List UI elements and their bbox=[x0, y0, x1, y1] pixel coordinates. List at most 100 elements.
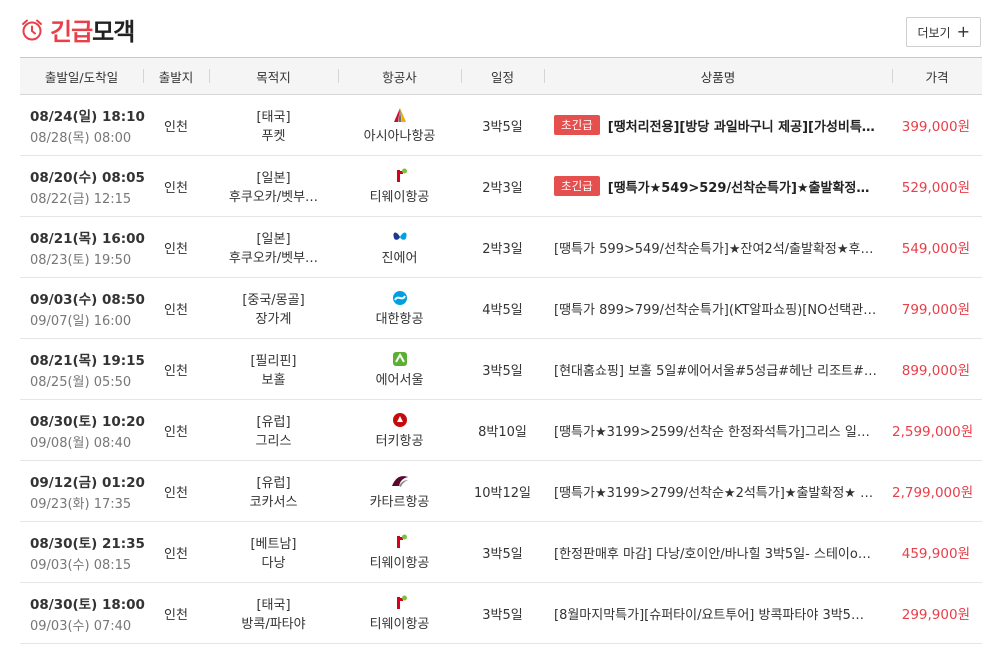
airline-name: 아시아나항공 bbox=[363, 128, 436, 144]
column-header: 출발지 bbox=[143, 57, 209, 95]
more-button-label: 더보기 bbox=[917, 25, 951, 40]
schedule: 3박5일 bbox=[482, 119, 523, 135]
column-header: 일정 bbox=[461, 57, 544, 95]
origin: 인천 bbox=[164, 241, 188, 257]
schedule-cell: 10박12일 bbox=[461, 460, 544, 522]
price: 399,000원 bbox=[901, 119, 970, 135]
table-row[interactable]: 08/21(목) 19:15 08/25(월) 05:50 인천 [필리핀] 보홀 에어서… bbox=[20, 338, 982, 400]
title-rest: 모객 bbox=[92, 18, 135, 46]
destination-region: [중국/몽골] bbox=[242, 293, 305, 308]
qatar-logo-icon bbox=[338, 473, 461, 489]
price-cell: 399,000원 bbox=[892, 94, 982, 156]
departure-datetime: 09/12(금) 01:20 bbox=[30, 474, 145, 491]
table-row[interactable]: 09/03(수) 08:50 09/07(일) 16:00 인천 [중국/몽골] 장가계… bbox=[20, 277, 982, 339]
destination-region: [태국] bbox=[256, 110, 291, 125]
destination-cell: [유럽] 그리스 bbox=[209, 399, 338, 461]
departure-datetime: 09/03(수) 08:50 bbox=[30, 291, 145, 308]
product-link[interactable]: [8월마지막특가][슈퍼타이/요트투어] 방콕파타야 3박5… bbox=[554, 604, 864, 623]
destination-region: [필리핀] bbox=[250, 354, 297, 369]
origin-cell: 인천 bbox=[143, 155, 209, 217]
origin-cell: 인천 bbox=[143, 582, 209, 644]
schedule-cell: 3박5일 bbox=[461, 338, 544, 400]
schedule-cell: 8박10일 bbox=[461, 399, 544, 461]
schedule-cell: 3박5일 bbox=[461, 582, 544, 644]
schedule: 3박5일 bbox=[482, 607, 523, 623]
urgent-badge: 초긴급 bbox=[554, 176, 600, 196]
airline-name: 티웨이항공 bbox=[369, 189, 430, 205]
origin: 인천 bbox=[164, 607, 188, 623]
destination-cell: [유럽] 코카서스 bbox=[209, 460, 338, 522]
arrival-datetime: 09/07(일) 16:00 bbox=[30, 313, 132, 329]
arrival-datetime: 09/03(수) 07:40 bbox=[30, 618, 132, 634]
product-cell: [현대홈쇼핑] 보홀 5일#에어서울#5성급#헤난 리조트#… bbox=[544, 338, 892, 400]
schedule: 2박3일 bbox=[482, 180, 523, 196]
plus-icon: + bbox=[956, 22, 970, 41]
origin-cell: 인천 bbox=[143, 338, 209, 400]
arrival-datetime: 08/25(월) 05:50 bbox=[30, 374, 132, 390]
more-button[interactable]: 더보기 + bbox=[906, 17, 981, 47]
date-cell: 08/30(토) 21:35 09/03(수) 08:15 bbox=[20, 521, 145, 583]
destination-city: 코카서스 bbox=[249, 495, 298, 510]
airline-cell: 대한항공 bbox=[338, 277, 461, 339]
table-row[interactable]: 08/20(수) 08:05 08/22(금) 12:15 인천 [일본] 후쿠오카/벳… bbox=[20, 155, 982, 217]
destination-cell: [태국] 푸켓 bbox=[209, 94, 338, 156]
destination-cell: [일본] 후쿠오카/벳부… bbox=[209, 155, 338, 217]
price: 2,799,000원 bbox=[892, 485, 974, 501]
price: 799,000원 bbox=[901, 302, 970, 318]
departure-datetime: 08/30(토) 10:20 bbox=[30, 413, 145, 430]
product-cell: 초긴급 [땡특가★549>529/선착순특가]★출발확정… bbox=[544, 155, 892, 217]
product-link[interactable]: [땡특가★3199>2599/선착순 한정좌석특가]그리스 일… bbox=[554, 421, 870, 440]
destination-city: 장가계 bbox=[255, 312, 292, 327]
product-cell: [땡특가★3199>2799/선착순★2석특가]★출발확정★ … bbox=[544, 460, 892, 522]
destination-city: 후쿠오카/벳부… bbox=[228, 190, 319, 205]
date-cell: 08/21(목) 19:15 08/25(월) 05:50 bbox=[20, 338, 145, 400]
airline-name: 터키항공 bbox=[375, 433, 424, 449]
jinair-logo-icon bbox=[338, 229, 461, 245]
table-row[interactable]: 08/30(토) 21:35 09/03(수) 08:15 인천 [베트남] 다낭 티웨이… bbox=[20, 521, 982, 583]
product-link[interactable]: [땡특가★3199>2799/선착순★2석특가]★출발확정★ … bbox=[554, 482, 873, 501]
date-cell: 08/24(일) 18:10 08/28(목) 08:00 bbox=[20, 94, 145, 156]
table-row[interactable]: 08/24(일) 18:10 08/28(목) 08:00 인천 [태국] 푸켓 아시아나… bbox=[20, 94, 982, 156]
destination-cell: [베트남] 다낭 bbox=[209, 521, 338, 583]
date-cell: 09/12(금) 01:20 09/23(화) 17:35 bbox=[20, 460, 145, 522]
product-link[interactable]: [땡특가 599>549/선착순특가]★잔여2석/출발확정★후… bbox=[554, 238, 874, 257]
price-cell: 2,599,000원 bbox=[892, 399, 982, 461]
origin: 인천 bbox=[164, 363, 188, 379]
price: 299,900원 bbox=[901, 607, 970, 623]
product-link[interactable]: [한정판매후 마감] 다낭/호이안/바나힐 3박5일- 스테이o… bbox=[554, 543, 871, 562]
table-row[interactable]: 08/30(토) 10:20 09/08(월) 08:40 인천 [유럽] 그리스 터키항… bbox=[20, 399, 982, 461]
table-row[interactable]: 09/12(금) 01:20 09/23(화) 17:35 인천 [유럽] 코카서스 카타… bbox=[20, 460, 982, 522]
column-header: 상품명 bbox=[544, 57, 892, 95]
price: 529,000원 bbox=[901, 180, 970, 196]
product-link[interactable]: [땡특가★549>529/선착순특가]★출발확정… bbox=[608, 177, 870, 196]
airline-name: 티웨이항공 bbox=[369, 555, 430, 571]
product-link[interactable]: [현대홈쇼핑] 보홀 5일#에어서울#5성급#헤난 리조트#… bbox=[554, 360, 877, 379]
destination-region: [유럽] bbox=[256, 415, 291, 430]
airseoul-logo-icon bbox=[338, 351, 461, 367]
schedule: 4박5일 bbox=[482, 302, 523, 318]
airline-name: 진에어 bbox=[381, 250, 418, 266]
origin-cell: 인천 bbox=[143, 216, 209, 278]
schedule: 10박12일 bbox=[473, 485, 531, 501]
arrival-datetime: 08/22(금) 12:15 bbox=[30, 191, 132, 207]
airline-cell: 티웨이항공 bbox=[338, 155, 461, 217]
date-cell: 09/03(수) 08:50 09/07(일) 16:00 bbox=[20, 277, 145, 339]
price-cell: 799,000원 bbox=[892, 277, 982, 339]
airline-cell: 티웨이항공 bbox=[338, 521, 461, 583]
origin-cell: 인천 bbox=[143, 94, 209, 156]
airline-cell: 에어서울 bbox=[338, 338, 461, 400]
product-link[interactable]: [땡처리전용][방당 과일바구니 제공][가성비특… bbox=[608, 116, 875, 135]
table-row[interactable]: 08/21(목) 16:00 08/23(토) 19:50 인천 [일본] 후쿠오카/벳… bbox=[20, 216, 982, 278]
destination-city: 그리스 bbox=[255, 434, 292, 449]
destination-city: 후쿠오카/벳부… bbox=[228, 251, 319, 266]
title-accent: 긴급 bbox=[50, 18, 93, 46]
product-link[interactable]: [땡특가 899>799/선착순특가](KT알파쇼핑)[NO선택관… bbox=[554, 299, 876, 318]
table-row[interactable]: 08/30(토) 18:00 09/03(수) 07:40 인천 [태국] 방콕/파타야… bbox=[20, 582, 982, 644]
date-cell: 08/30(토) 18:00 09/03(수) 07:40 bbox=[20, 582, 145, 644]
product-cell: [한정판매후 마감] 다낭/호이안/바나힐 3박5일- 스테이o… bbox=[544, 521, 892, 583]
destination-city: 방콕/파타야 bbox=[241, 617, 306, 632]
airline-name: 티웨이항공 bbox=[369, 616, 430, 632]
airline-name: 대한항공 bbox=[375, 311, 424, 327]
destination-cell: [중국/몽골] 장가계 bbox=[209, 277, 338, 339]
column-header: 항공사 bbox=[338, 57, 461, 95]
